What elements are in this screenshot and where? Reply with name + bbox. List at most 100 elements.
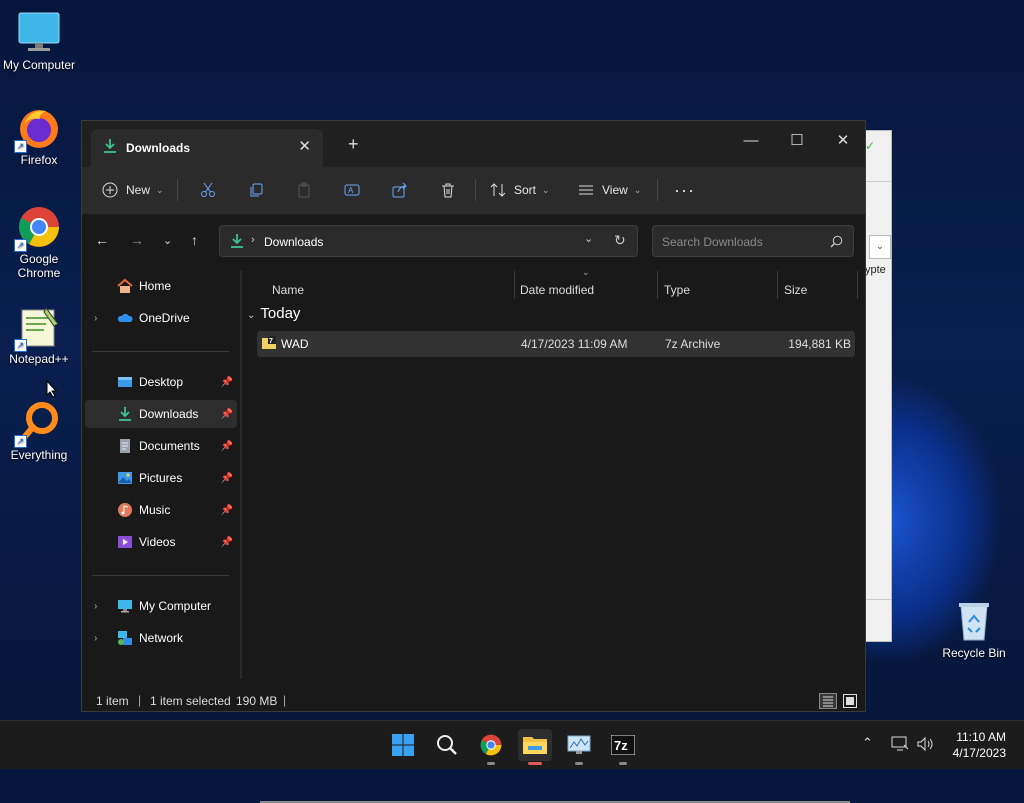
sidebar-item-desktop[interactable]: Desktop 📌 xyxy=(85,368,237,396)
search-icon xyxy=(830,235,843,248)
sort-button[interactable]: Sort ⌄ xyxy=(490,179,550,201)
pin-icon[interactable]: 📌 xyxy=(221,409,233,420)
search-box[interactable]: Search Downloads xyxy=(652,225,854,257)
back-button[interactable]: ← xyxy=(95,232,109,248)
sidebar-item-videos[interactable]: Videos 📌 xyxy=(85,528,237,556)
column-header-date[interactable]: Date modified xyxy=(520,275,594,305)
details-view-icon xyxy=(823,696,833,707)
chevron-down-icon[interactable]: ⌄ xyxy=(869,235,891,259)
search-button[interactable] xyxy=(430,729,464,761)
sidebar-item-onedrive[interactable]: › OneDrive xyxy=(85,304,237,332)
cloud-icon xyxy=(117,313,133,322)
divider xyxy=(657,271,658,299)
pin-icon[interactable]: 📌 xyxy=(221,537,233,548)
pin-icon[interactable]: 📌 xyxy=(221,473,233,484)
volume-icon[interactable] xyxy=(916,736,934,752)
clock[interactable]: 11:10 AM 4/17/2023 xyxy=(953,729,1006,761)
address-bar[interactable]: › Downloads ⌄ ↻ xyxy=(219,225,638,257)
sort-indicator-icon: ⌄ xyxy=(582,267,590,277)
sort-label: Sort xyxy=(514,183,537,197)
forward-button[interactable]: → xyxy=(130,232,144,248)
group-header-today[interactable]: ⌄ Today xyxy=(247,305,300,322)
recent-locations-button[interactable]: ⌄ xyxy=(163,234,172,247)
desktop-icon-everything[interactable]: ↗ Everything xyxy=(1,400,77,462)
taskbar-chrome[interactable] xyxy=(474,729,508,765)
desktop-icon-firefox[interactable]: ↗ Firefox xyxy=(1,105,77,167)
chevron-right-icon[interactable]: › xyxy=(94,601,97,612)
share-button[interactable] xyxy=(392,179,408,201)
network-status-icon[interactable] xyxy=(891,736,909,752)
desktop-icon-notepadpp[interactable]: ↗ Notepad++ xyxy=(1,304,77,366)
sidebar-item-label: Home xyxy=(139,279,172,293)
chevron-down-icon: ⌄ xyxy=(542,184,550,195)
column-header-type[interactable]: Type xyxy=(664,275,690,305)
address-row: ← → ⌄ ↑ › Downloads ⌄ ↻ Search Downloads xyxy=(82,215,865,271)
chevron-right-icon[interactable]: › xyxy=(94,313,97,324)
desktop-icon-my-computer[interactable]: My Computer xyxy=(1,10,77,72)
column-fragment: ypte xyxy=(865,264,886,276)
sidebar-item-label: Pictures xyxy=(139,471,183,485)
sidebar-item-documents[interactable]: Documents 📌 xyxy=(85,432,237,460)
paste-button[interactable] xyxy=(296,179,312,201)
item-count: 1 item xyxy=(96,694,129,708)
download-icon xyxy=(231,234,243,248)
desktop-icon-recycle-bin[interactable]: Recycle Bin xyxy=(936,598,1012,660)
sidebar-item-network[interactable]: › Network xyxy=(85,624,237,652)
firefox-icon: ↗ xyxy=(14,105,62,153)
archive-7z-icon: 7 xyxy=(262,336,276,349)
desktop-icon-chrome[interactable]: ↗ Google Chrome xyxy=(1,204,77,280)
column-header-name[interactable]: Name xyxy=(272,275,304,305)
cut-button[interactable] xyxy=(200,179,216,201)
minimize-button[interactable]: — xyxy=(728,127,774,155)
copy-button[interactable] xyxy=(248,179,264,201)
taskbar-file-explorer[interactable] xyxy=(518,729,552,765)
pin-icon[interactable]: 📌 xyxy=(221,505,233,516)
address-dropdown-icon[interactable]: ⌄ xyxy=(584,232,593,245)
table-row[interactable]: 7 WAD 4/17/2023 11:09 AM 7z Archive 194,… xyxy=(257,331,855,357)
divider xyxy=(177,179,178,201)
chrome-icon: ↗ xyxy=(14,204,62,252)
rename-button[interactable]: A xyxy=(344,179,360,201)
close-window-button[interactable]: ✕ xyxy=(820,127,866,155)
windows-logo-icon xyxy=(392,734,414,756)
view-button[interactable]: View ⌄ xyxy=(578,179,641,201)
show-hidden-icons-button[interactable]: ⌃ xyxy=(862,735,873,751)
computer-icon xyxy=(118,600,132,613)
taskbar-resource-monitor[interactable] xyxy=(562,729,596,765)
breadcrumb[interactable]: Downloads xyxy=(264,235,323,249)
new-button[interactable]: New ⌄ xyxy=(102,179,164,201)
running-indicator xyxy=(487,762,495,765)
group-label: Today xyxy=(260,305,301,322)
chevron-right-icon[interactable]: › xyxy=(94,633,97,644)
new-tab-button[interactable]: + xyxy=(348,134,359,155)
search-placeholder: Search Downloads xyxy=(662,235,763,249)
pin-icon[interactable]: 📌 xyxy=(221,441,233,452)
sidebar-item-home[interactable]: Home xyxy=(85,272,237,300)
maximize-button[interactable]: ☐ xyxy=(774,127,820,155)
pin-icon[interactable]: 📌 xyxy=(221,377,233,388)
shortcut-arrow-icon: ↗ xyxy=(14,435,27,448)
tab-downloads[interactable]: Downloads ✕ xyxy=(91,129,323,167)
details-view-button[interactable] xyxy=(819,693,837,709)
everything-search-icon: ↗ xyxy=(14,400,62,448)
up-button[interactable]: ↑ xyxy=(191,232,198,248)
sidebar-item-my-computer[interactable]: › My Computer xyxy=(85,592,237,620)
clock-time: 11:10 AM xyxy=(956,730,1006,744)
new-label: New xyxy=(126,183,151,197)
background-window[interactable]: ✓ ⌄ ypte xyxy=(862,130,892,642)
sidebar-item-pictures[interactable]: Pictures 📌 xyxy=(85,464,237,492)
tiles-view-button[interactable] xyxy=(842,693,858,709)
desktop-icon-label: Notepad++ xyxy=(9,352,69,366)
rename-icon: A xyxy=(344,184,360,196)
large-icons-view-icon xyxy=(843,694,857,708)
sort-icon xyxy=(490,183,506,197)
more-options-button[interactable]: ··· xyxy=(674,179,695,201)
taskbar-7zip[interactable]: 7z xyxy=(606,729,640,765)
column-header-size[interactable]: Size xyxy=(784,275,807,305)
sidebar-item-music[interactable]: Music 📌 xyxy=(85,496,237,524)
start-button[interactable] xyxy=(386,729,420,761)
refresh-icon[interactable]: ↻ xyxy=(614,232,626,249)
delete-button[interactable] xyxy=(440,179,456,201)
sidebar-item-downloads[interactable]: Downloads 📌 xyxy=(85,400,237,428)
close-tab-icon[interactable]: ✕ xyxy=(298,137,311,155)
